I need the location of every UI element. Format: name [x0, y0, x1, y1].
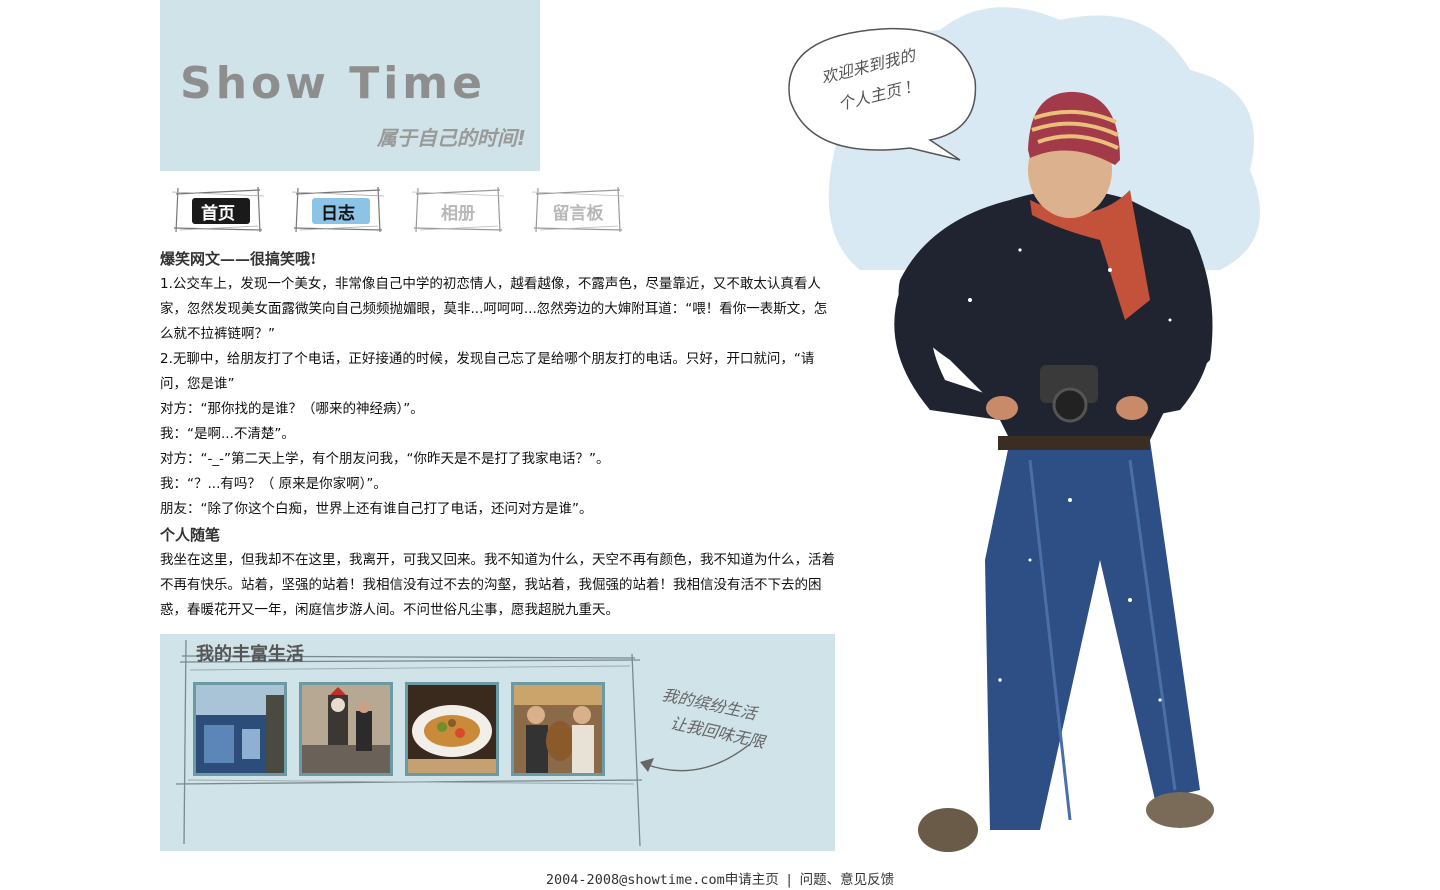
- photo-thumbnail[interactable]: [405, 682, 499, 776]
- footer-separator: |: [786, 872, 792, 888]
- footer-copyright: 2004-2008@showtime.com: [545, 872, 725, 888]
- footer: 2004-2008@showtime.com申请主页 | 问题、意见反馈: [0, 868, 1440, 888]
- nav-item-album[interactable]: 相册: [410, 184, 506, 234]
- gallery-panel: 我的丰富生活 我的缤纷生活 让我回味无限: [160, 634, 835, 851]
- gallery-title: 我的丰富生活: [196, 644, 304, 665]
- site-title: Show Time: [180, 58, 486, 109]
- statue-photo-icon: [302, 685, 390, 773]
- site-subtitle: 属于自己的时间!: [376, 126, 526, 150]
- nav-item-home[interactable]: 首页: [170, 184, 266, 234]
- article-paragraph: 对方：“-_-”第二天上学，有个朋友问我，“你昨天是不是打了我家电话？”。: [160, 451, 610, 467]
- photo-thumbnail[interactable]: [511, 682, 605, 776]
- nav-guestbook-label: 留言板: [552, 204, 604, 224]
- nav-item-blog[interactable]: 日志: [290, 184, 386, 234]
- article-heading-essay: 个人随笔: [160, 526, 221, 544]
- article-paragraph: 2.无聊中，给朋友打了个电话，正好接通的时候，发现自己忘了是给哪个朋友打的电话。…: [160, 351, 815, 392]
- nav-item-guestbook[interactable]: 留言板: [530, 184, 626, 234]
- food-plate-photo-icon: [408, 685, 496, 773]
- article-paragraph: 我：“是啊...不清楚”。: [160, 426, 295, 442]
- main-nav: 首页 日志 相册 留言板: [170, 184, 626, 240]
- article-paragraph: 对方：“那你找的是谁？（哪来的神经病）”。: [160, 401, 424, 417]
- nav-blog-label: 日志: [321, 204, 355, 224]
- article-heading-jokes: 爆笑网文——很搞笑哦!: [160, 250, 317, 268]
- footer-link-apply[interactable]: 申请主页: [725, 872, 779, 888]
- footer-link-feedback[interactable]: 问题、意见反馈: [800, 872, 895, 888]
- essay-paragraph: 我坐在这里，但我却不在这里，我离开，可我又回来。我不知道为什么，天空不再有颜色，…: [160, 552, 835, 618]
- girl-illustration: [788, 7, 1260, 852]
- article-paragraph: 1.公交车上，发现一个美女，非常像自己中学的初恋情人，越看越像，不露声色，尽量靠…: [160, 276, 828, 342]
- photo-thumbnail[interactable]: [299, 682, 393, 776]
- nav-album-label: 相册: [441, 204, 475, 224]
- friends-mascot-photo-icon: [514, 685, 602, 773]
- site-header: Show Time 属于自己的时间!: [160, 0, 540, 171]
- article-paragraph: 我：“？...有吗？（ 原来是你家啊）”。: [160, 476, 387, 492]
- street-poster-photo-icon: [196, 685, 284, 773]
- article-content: 爆笑网文——很搞笑哦! 1.公交车上，发现一个美女，非常像自己中学的初恋情人，越…: [160, 246, 840, 623]
- article-paragraph: 朋友：“除了你这个白痴，世界上还有谁自己打了电话，还问对方是谁”。: [160, 501, 593, 517]
- nav-home-label: 首页: [201, 204, 235, 224]
- photo-thumbnail[interactable]: [193, 682, 287, 776]
